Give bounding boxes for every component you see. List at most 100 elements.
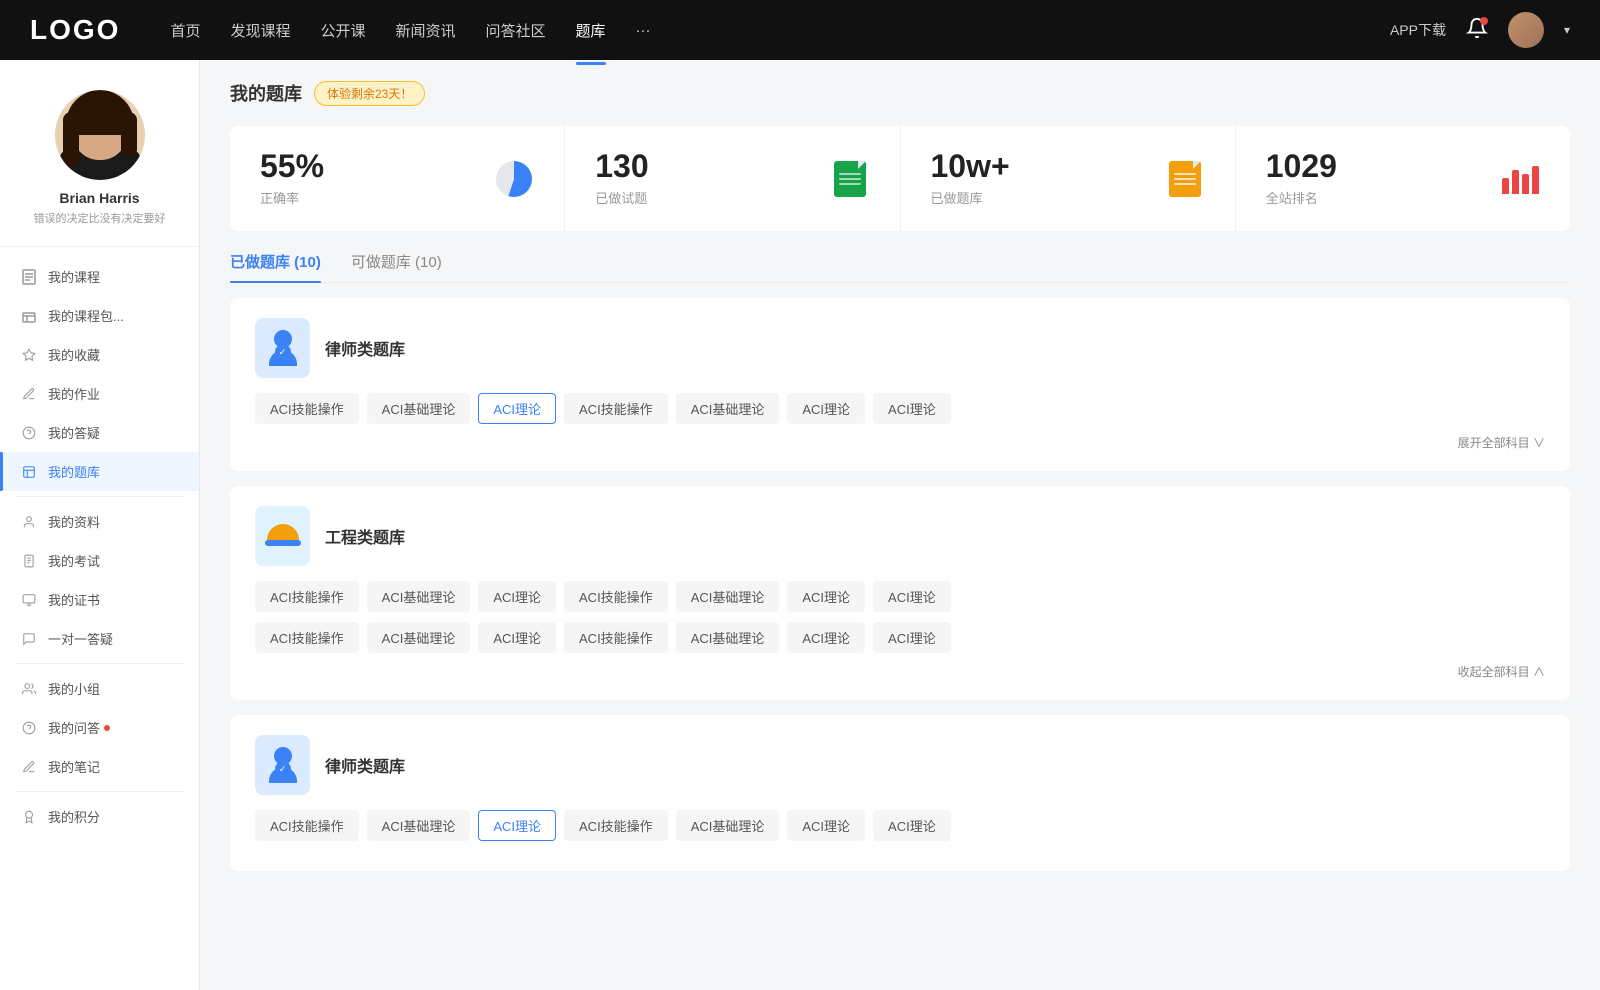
sidebar-item-my-info[interactable]: 我的资料 [0, 502, 199, 541]
sidebar-item-my-exam[interactable]: 我的考试 [0, 541, 199, 580]
stat-accuracy: 55% 正确率 [230, 126, 565, 231]
tag-lawyer1-6[interactable]: ACI理论 [873, 393, 951, 424]
packages-icon [20, 307, 38, 325]
sidebar-item-my-questions[interactable]: 我的问答 [0, 708, 199, 747]
tag-eng-r2-3[interactable]: ACI技能操作 [564, 622, 668, 653]
sidebar-label-my-bank: 我的题库 [48, 462, 100, 481]
user-dropdown-arrow[interactable]: ▾ [1564, 23, 1570, 37]
nav-link-news[interactable]: 新闻资讯 [396, 16, 456, 45]
favorites-icon [20, 346, 38, 364]
questions-red-dot [104, 725, 110, 731]
tag-eng-r2-6[interactable]: ACI理论 [873, 622, 951, 653]
sidebar: Brian Harris 错误的决定比没有决定要好 我的课程 我的课程包... [0, 60, 200, 990]
stat-done-banks: 10w+ 已做题库 [901, 126, 1236, 231]
sidebar-item-my-homework[interactable]: 我的作业 [0, 374, 199, 413]
sidebar-label-my-exam: 我的考试 [48, 551, 100, 570]
stat-accuracy-value: 55% [260, 150, 479, 182]
lawyer2-person-icon: ✓ [269, 747, 297, 783]
tag-eng-r1-3[interactable]: ACI技能操作 [564, 581, 668, 612]
sidebar-item-my-notes[interactable]: 我的笔记 [0, 747, 199, 786]
tag-lawyer1-1[interactable]: ACI基础理论 [367, 393, 471, 424]
nav-link-bank[interactable]: 题库 [576, 16, 606, 45]
sidebar-label-my-courses: 我的课程 [48, 267, 100, 286]
stat-rank-icon [1500, 159, 1540, 199]
sidebar-item-my-points[interactable]: 我的积分 [0, 797, 199, 836]
tag-eng-r1-4[interactable]: ACI基础理论 [676, 581, 780, 612]
stat-done-banks-label: 已做题库 [931, 188, 1150, 207]
nav-links: 首页 发现课程 公开课 新闻资讯 问答社区 题库 ··· [170, 16, 1390, 45]
tag-lawyer2-4[interactable]: ACI基础理论 [676, 810, 780, 841]
nav-link-discover[interactable]: 发现课程 [230, 16, 290, 45]
user-avatar[interactable] [1508, 12, 1544, 48]
tag-lawyer1-0[interactable]: ACI技能操作 [255, 393, 359, 424]
stats-row: 55% 正确率 130 已做试题 [230, 126, 1570, 231]
notification-dot [1480, 17, 1488, 25]
stat-done-questions-label: 已做试题 [595, 188, 814, 207]
bank-card-lawyer-2: ✓ 律师类题库 ACI技能操作 ACI基础理论 ACI理论 ACI技能操作 AC… [230, 715, 1570, 871]
sidebar-item-one-on-one[interactable]: 一对一答疑 [0, 619, 199, 658]
lawyer-check-icon: ✓ [275, 344, 291, 360]
bank-card-lawyer-1-name: 律师类题库 [325, 336, 405, 360]
sidebar-item-my-qa[interactable]: 我的答疑 [0, 413, 199, 452]
sidebar-item-my-cert[interactable]: 我的证书 [0, 580, 199, 619]
tag-eng-r1-2[interactable]: ACI理论 [478, 581, 556, 612]
notification-bell[interactable] [1466, 17, 1488, 44]
homework-icon [20, 385, 38, 403]
sidebar-item-my-favorites[interactable]: 我的收藏 [0, 335, 199, 374]
sidebar-label-my-info: 我的资料 [48, 512, 100, 531]
cert-icon [20, 591, 38, 609]
nav-link-more[interactable]: ··· [636, 18, 651, 43]
tag-lawyer1-2[interactable]: ACI理论 [478, 393, 556, 424]
hard-hat-top [267, 524, 299, 540]
courses-icon [20, 268, 38, 286]
tag-lawyer2-0[interactable]: ACI技能操作 [255, 810, 359, 841]
tag-lawyer1-3[interactable]: ACI技能操作 [564, 393, 668, 424]
tag-eng-r2-1[interactable]: ACI基础理论 [367, 622, 471, 653]
tag-eng-r2-0[interactable]: ACI技能操作 [255, 622, 359, 653]
tag-eng-r1-5[interactable]: ACI理论 [787, 581, 865, 612]
sheet-line-1 [839, 173, 861, 175]
sidebar-item-my-courses[interactable]: 我的课程 [0, 257, 199, 296]
tag-eng-r2-4[interactable]: ACI基础理论 [676, 622, 780, 653]
stat-rank-label: 全站排名 [1266, 188, 1485, 207]
sidebar-label-my-homework: 我的作业 [48, 384, 100, 403]
stat-done-questions-value: 130 [595, 150, 814, 182]
nav-link-qa[interactable]: 问答社区 [486, 16, 546, 45]
sidebar-item-my-bank[interactable]: 我的题库 [0, 452, 199, 491]
group-icon [20, 680, 38, 698]
nav-logo[interactable]: LOGO [30, 14, 120, 46]
questions-icon [20, 719, 38, 737]
avatar-image [1508, 12, 1544, 48]
tag-eng-r2-5[interactable]: ACI理论 [787, 622, 865, 653]
stat-accuracy-text: 55% 正确率 [260, 150, 479, 207]
tag-eng-r1-6[interactable]: ACI理论 [873, 581, 951, 612]
tag-lawyer2-1[interactable]: ACI基础理论 [367, 810, 471, 841]
tag-lawyer1-5[interactable]: ACI理论 [787, 393, 865, 424]
tab-todo[interactable]: 可做题库 (10) [351, 251, 442, 282]
sidebar-item-my-packages[interactable]: 我的课程包... [0, 296, 199, 335]
tag-eng-r2-2[interactable]: ACI理论 [478, 622, 556, 653]
tag-lawyer2-5[interactable]: ACI理论 [787, 810, 865, 841]
tab-done[interactable]: 已做题库 (10) [230, 251, 321, 282]
tag-lawyer1-4[interactable]: ACI基础理论 [676, 393, 780, 424]
app-download-link[interactable]: APP下载 [1390, 20, 1446, 40]
tag-eng-r1-1[interactable]: ACI基础理论 [367, 581, 471, 612]
sidebar-item-my-group[interactable]: 我的小组 [0, 669, 199, 708]
menu-divider-3 [15, 791, 184, 792]
bank-card-lawyer-1-header: ✓ 律师类题库 [255, 318, 1545, 378]
stat-accuracy-label: 正确率 [260, 188, 479, 207]
nav-link-opencourse[interactable]: 公开课 [320, 16, 365, 45]
nav-link-home[interactable]: 首页 [170, 16, 200, 45]
profile-motto: 错误的决定比没有决定要好 [34, 210, 166, 226]
bank-card-lawyer-1: ✓ 律师类题库 ACI技能操作 ACI基础理论 ACI理论 ACI技能操作 AC… [230, 298, 1570, 471]
stat-done-banks-value: 10w+ [931, 150, 1150, 182]
bar-3 [1522, 174, 1529, 194]
tag-lawyer2-2[interactable]: ACI理论 [478, 810, 556, 841]
tag-lawyer2-3[interactable]: ACI技能操作 [564, 810, 668, 841]
collapse-engineer-link[interactable]: 收起全部科目 ∧ [255, 663, 1545, 680]
tag-lawyer2-6[interactable]: ACI理论 [873, 810, 951, 841]
lawyer-person-icon: ✓ [269, 330, 297, 366]
nav-right: APP下载 ▾ [1390, 12, 1570, 48]
expand-lawyer-1-link[interactable]: 展开全部科目 ∨ [255, 434, 1545, 451]
tag-eng-r1-0[interactable]: ACI技能操作 [255, 581, 359, 612]
